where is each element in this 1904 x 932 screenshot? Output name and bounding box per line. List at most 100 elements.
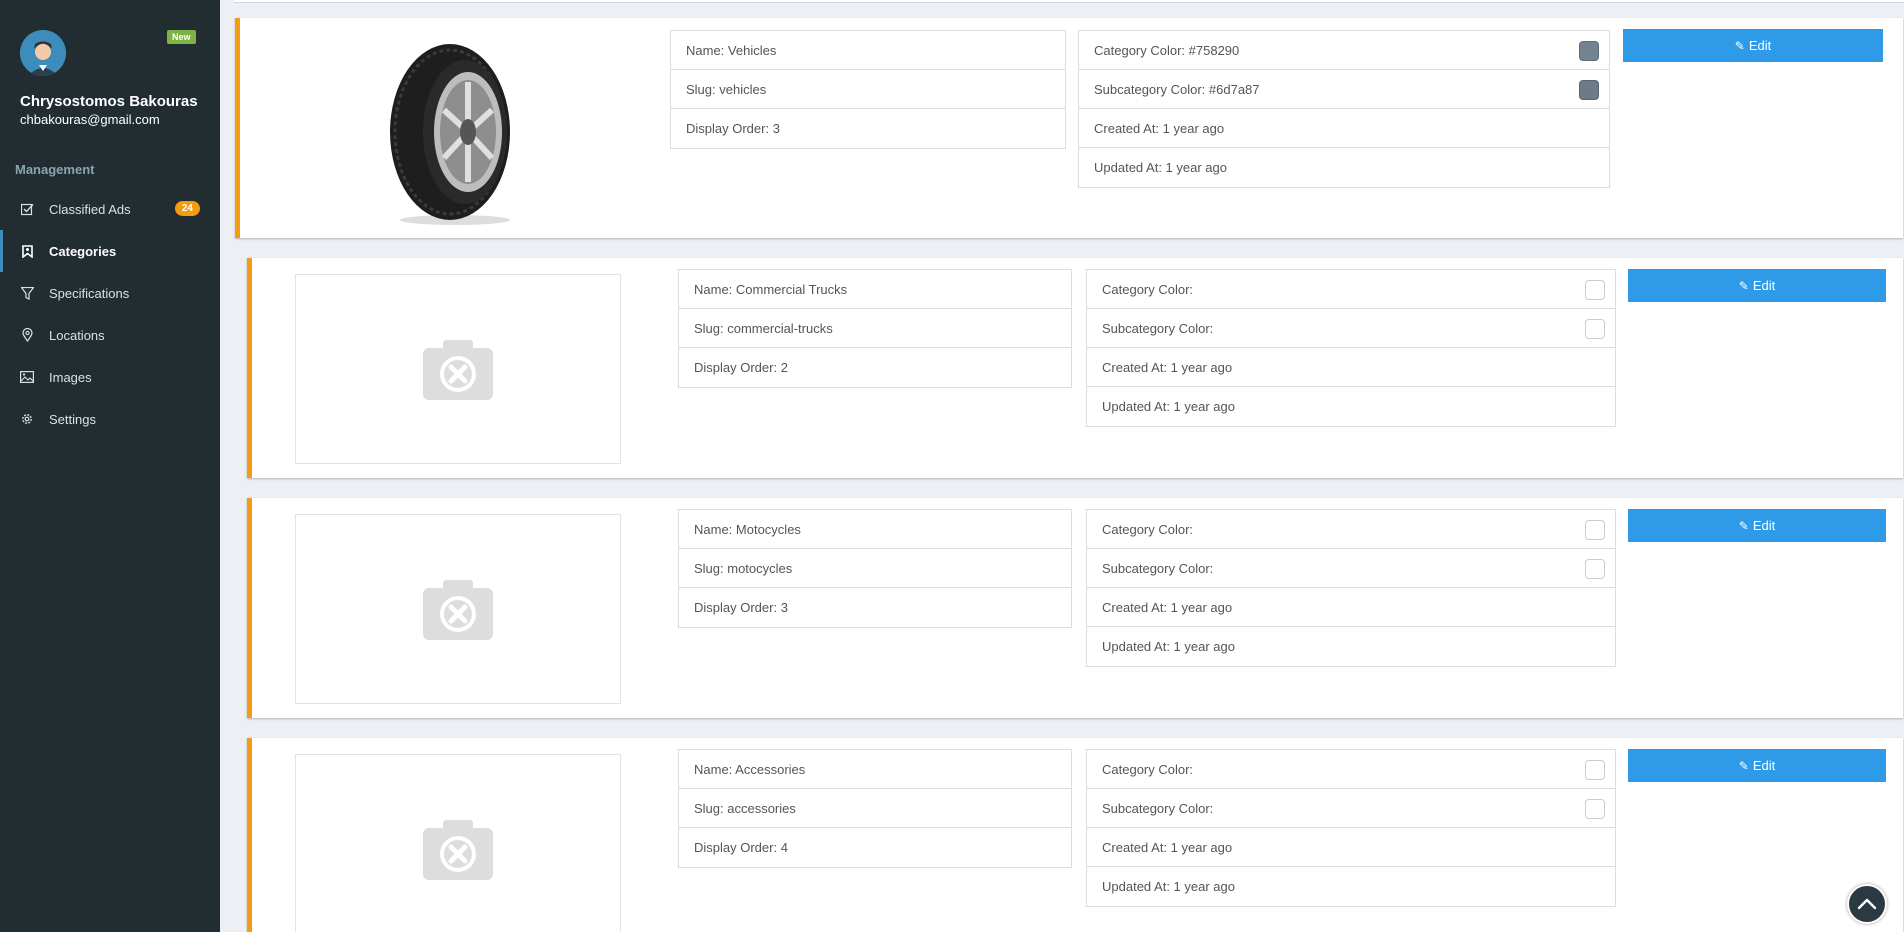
new-badge: New [167,30,196,44]
sidebar-item-label: Images [49,369,92,385]
category-slug: Slug: accessories [679,789,1071,828]
created-at: Created At: 1 year ago [1087,588,1615,627]
edit-label: Edit [1748,38,1772,53]
edit-label: Edit [1752,758,1776,773]
sidebar-item-label: Classified Ads [49,201,131,217]
category-image-placeholder [295,274,621,464]
updated-at: Updated At: 1 year ago [1102,399,1235,414]
category-slug: Slug: vehicles [671,70,1065,109]
edit-label: Edit [1752,278,1776,293]
subcategory-color-swatch [1585,559,1605,579]
filter-icon [20,286,34,300]
category-display-order: Display Order: 2 [694,360,788,375]
pencil-icon: ✎ [1738,758,1749,773]
main-content: Name: Vehicles Slug: vehicles Display Or… [220,0,1904,932]
sidebar: New Chrysostomos Bakouras chbakouras@gma… [0,0,220,932]
category-display-order: Display Order: 3 [694,600,788,615]
sidebar-menu: Classified Ads 24 Categories Specificati… [0,188,220,440]
updated-at: Updated At: 1 year ago [1102,879,1235,894]
category-info-table: Name: Accessories Slug: accessories Disp… [678,749,1072,868]
sidebar-item-settings[interactable]: Settings [0,398,220,440]
tire-image [390,44,510,225]
bookmark-icon [20,244,34,258]
user-name: Chrysostomos Bakouras [20,93,198,110]
created-at: Created At: 1 year ago [1087,348,1615,387]
edit-button[interactable]: ✎ Edit [1623,29,1883,62]
subcategory-color-swatch [1579,80,1599,100]
category-color-label: Category Color: [1102,761,1194,777]
pencil-icon: ✎ [1738,278,1749,293]
edit-button[interactable]: ✎ Edit [1628,749,1886,782]
checkbox-icon [20,202,34,216]
sidebar-item-label: Specifications [49,285,130,301]
scroll-to-top-button[interactable] [1847,884,1887,924]
edit-label: Edit [1752,518,1776,533]
subcategory-color-label: Subcategory Color: [1102,560,1214,576]
edit-button[interactable]: ✎ Edit [1628,269,1886,302]
sidebar-item-categories[interactable]: Categories [0,230,220,272]
image-icon [20,370,34,384]
user-email: chbakouras@gmail.com [20,112,160,127]
subcategory-color-label: Subcategory Color: [1102,320,1214,336]
created-at: Created At: 1 year ago [1079,109,1609,148]
category-name: Name: Commercial Trucks [679,270,1071,309]
pencil-icon: ✎ [1734,38,1745,53]
category-card: Name: Accessories Slug: accessories Disp… [247,738,1903,932]
category-info-table: Name: Commercial Trucks Slug: commercial… [678,269,1072,388]
camera-off-icon [423,820,493,880]
sidebar-item-specifications[interactable]: Specifications [0,272,220,314]
sidebar-section-header: Management [15,162,95,177]
sidebar-item-label: Settings [49,411,96,427]
category-info-table: Name: Vehicles Slug: vehicles Display Or… [670,30,1066,149]
map-pin-icon [20,328,34,342]
subcategory-color-row: Subcategory Color: [1087,549,1615,588]
category-display-order: Display Order: 3 [686,121,780,136]
category-color-label: Category Color: [1102,521,1194,537]
category-meta-table: Category Color: Subcategory Color: Creat… [1086,269,1616,427]
subcategory-color-label: Subcategory Color: [1102,800,1214,816]
subcategory-color-swatch [1585,799,1605,819]
sidebar-item-label: Categories [49,243,117,259]
category-image-placeholder [295,754,621,932]
created-at: Created At: 1 year ago [1087,828,1615,867]
subcategory-color-label: Subcategory Color: #6d7a87 [1094,81,1260,97]
category-slug: Slug: commercial-trucks [679,309,1071,348]
category-image-placeholder [295,514,621,704]
pencil-icon: ✎ [1738,518,1749,533]
count-badge: 24 [174,201,200,216]
previous-card-edge [234,0,1904,3]
category-meta-table: Category Color: Subcategory Color: Creat… [1086,749,1616,907]
category-color-row: Category Color: [1087,510,1615,549]
chevron-up-icon [1857,898,1877,910]
category-color-swatch [1585,520,1605,540]
category-color-label: Category Color: [1102,281,1194,297]
sidebar-item-classified-ads[interactable]: Classified Ads 24 [0,188,220,230]
camera-off-icon [423,580,493,640]
subcategory-color-row: Subcategory Color: #6d7a87 [1079,70,1609,109]
sidebar-item-label: Locations [49,327,105,343]
category-image [380,40,530,225]
camera-off-icon [423,340,493,400]
category-card: Name: Motocycles Slug: motocycles Displa… [247,498,1903,718]
avatar[interactable] [20,30,66,76]
category-color-label: Category Color: #758290 [1094,42,1240,58]
category-color-swatch [1585,760,1605,780]
updated-at: Updated At: 1 year ago [1094,160,1227,175]
category-color-row: Category Color: [1087,270,1615,309]
category-color-row: Category Color: #758290 [1079,31,1609,70]
category-color-swatch [1585,280,1605,300]
gear-icon [20,412,34,426]
category-slug: Slug: motocycles [679,549,1071,588]
sidebar-item-locations[interactable]: Locations [0,314,220,356]
category-color-row: Category Color: [1087,750,1615,789]
category-name: Name: Motocycles [679,510,1071,549]
subcategory-color-row: Subcategory Color: [1087,789,1615,828]
category-card: Name: Vehicles Slug: vehicles Display Or… [235,18,1903,238]
subcategory-color-row: Subcategory Color: [1087,309,1615,348]
category-display-order: Display Order: 4 [694,840,788,855]
category-name: Name: Accessories [679,750,1071,789]
category-meta-table: Category Color: #758290 Subcategory Colo… [1078,30,1610,188]
edit-button[interactable]: ✎ Edit [1628,509,1886,542]
category-card: Name: Commercial Trucks Slug: commercial… [247,258,1903,478]
sidebar-item-images[interactable]: Images [0,356,220,398]
